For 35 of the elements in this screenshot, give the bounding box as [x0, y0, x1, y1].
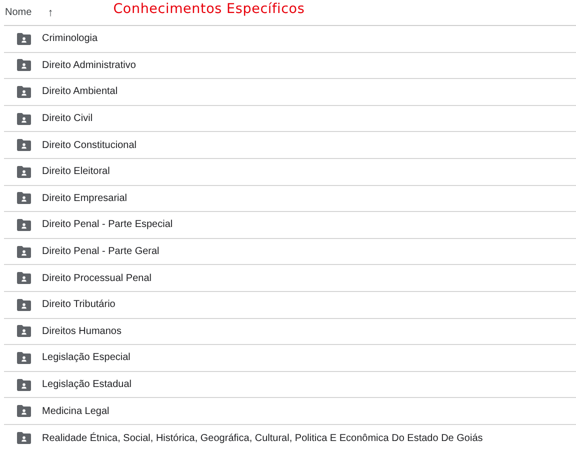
shared-folder-icon — [17, 432, 31, 444]
folder-name[interactable]: Realidade Étnica, Social, Histórica, Geográfica, Cultural, Politica E Econômica Do Estado De Goiás — [42, 432, 483, 444]
shared-folder-icon — [17, 166, 31, 178]
folder-name[interactable]: Direito Empresarial — [42, 192, 128, 204]
shared-folder-icon — [17, 59, 31, 72]
folder-name[interactable]: Direito Penal - Parte Especial — [42, 219, 173, 230]
shared-folder-icon — [17, 139, 31, 152]
folder-name[interactable]: Legislação Especial — [42, 352, 130, 364]
folder-name[interactable]: Direito Tributário — [42, 299, 116, 310]
shared-folder-icon — [17, 378, 31, 391]
folder-name[interactable]: Direitos Humanos — [42, 326, 122, 337]
shared-folder-icon — [17, 405, 31, 418]
folder-name[interactable]: Legislação Estadual — [42, 379, 132, 390]
shared-folder-icon — [17, 112, 31, 125]
folder-name[interactable]: Criminologia — [42, 33, 98, 44]
shared-folder-icon — [17, 218, 31, 231]
annotation-title: Conhecimentos Específicos — [113, 0, 305, 16]
folder-name[interactable]: Direito Processual Penal — [42, 272, 152, 284]
shared-folder-icon — [17, 246, 31, 258]
shared-folder-icon — [17, 325, 31, 338]
shared-folder-icon — [17, 86, 31, 98]
folder-name[interactable]: Direito Civil — [42, 113, 93, 124]
column-header[interactable]: Nome — [5, 7, 32, 18]
shared-folder-icon — [17, 272, 31, 284]
shared-folder-icon — [17, 298, 31, 311]
folder-name[interactable]: Medicina Legal — [42, 406, 110, 417]
folder-name[interactable]: Direito Constitucional — [42, 140, 136, 151]
folder-name[interactable]: Direito Penal - Parte Geral — [42, 246, 160, 258]
sort-arrow-icon[interactable]: ↑ — [48, 6, 54, 18]
shared-folder-icon — [17, 352, 31, 364]
shared-folder-icon — [17, 192, 31, 204]
folder-name[interactable]: Direito Ambiental — [42, 86, 118, 98]
folder-name[interactable]: Direito Administrativo — [42, 60, 136, 71]
folder-name[interactable]: Direito Eleitoral — [42, 166, 110, 178]
shared-folder-icon — [17, 32, 31, 45]
